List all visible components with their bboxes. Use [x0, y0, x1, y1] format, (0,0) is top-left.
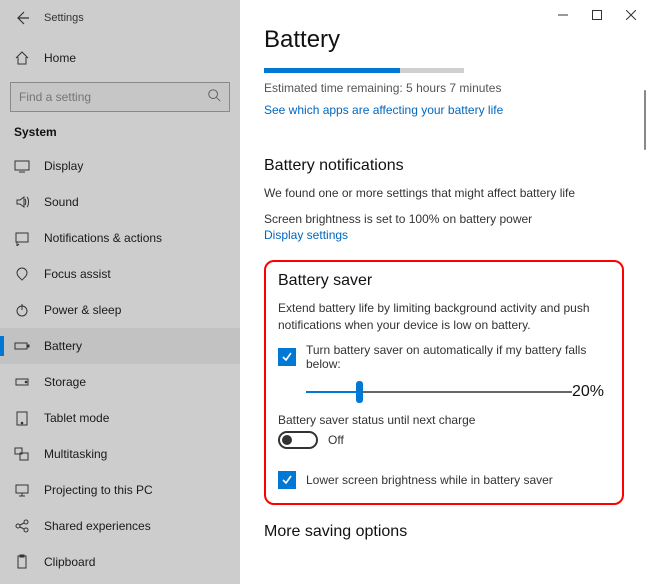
- sidebar-item-projecting[interactable]: Projecting to this PC: [0, 472, 240, 508]
- threshold-value: 20%: [572, 383, 610, 401]
- toggle-knob: [282, 435, 292, 445]
- sidebar-item-battery[interactable]: Battery: [0, 328, 240, 364]
- lower-brightness-row[interactable]: Lower screen brightness while in battery…: [278, 471, 610, 489]
- sidebar-label: Home: [44, 51, 76, 65]
- shared-icon: [14, 518, 30, 534]
- search-input[interactable]: [19, 90, 207, 104]
- display-settings-link[interactable]: Display settings: [264, 228, 348, 242]
- threshold-slider-row: 20%: [306, 383, 610, 401]
- content-area: Battery Estimated time remaining: 5 hour…: [240, 0, 648, 584]
- search-icon: [207, 88, 221, 107]
- page-title: Battery: [264, 26, 624, 54]
- notifications-title: Battery notifications: [264, 157, 624, 175]
- apps-affecting-link[interactable]: See which apps are affecting your batter…: [264, 103, 503, 117]
- notifications-body: We found one or more settings that might…: [264, 185, 624, 202]
- app-name: Settings: [44, 12, 84, 24]
- tablet-icon: [14, 410, 30, 426]
- threshold-slider[interactable]: [306, 391, 572, 393]
- sidebar-item-focus-assist[interactable]: Focus assist: [0, 256, 240, 292]
- more-saving-title: More saving options: [264, 523, 624, 541]
- sidebar-label: Shared experiences: [44, 519, 151, 533]
- sidebar-label: Power & sleep: [44, 303, 121, 317]
- sidebar-label: Multitasking: [44, 447, 107, 461]
- battery-progress-fill: [264, 68, 400, 73]
- clipboard-icon: [14, 554, 30, 570]
- sidebar-item-home[interactable]: Home: [0, 40, 240, 76]
- sidebar-item-notifications[interactable]: Notifications & actions: [0, 220, 240, 256]
- sidebar-label: Storage: [44, 375, 86, 389]
- saver-status-label: Battery saver status until next charge: [278, 413, 610, 427]
- power-icon: [14, 302, 30, 318]
- brightness-note: Screen brightness is set to 100% on batt…: [264, 212, 624, 226]
- sidebar-item-shared-experiences[interactable]: Shared experiences: [0, 508, 240, 544]
- storage-icon: [14, 374, 30, 390]
- battery-icon: [14, 338, 30, 354]
- lower-brightness-checkbox[interactable]: [278, 471, 296, 489]
- sidebar-item-storage[interactable]: Storage: [0, 364, 240, 400]
- sidebar-label: Focus assist: [44, 267, 111, 281]
- notifications-icon: [14, 230, 30, 246]
- sidebar-label: Notifications & actions: [44, 231, 162, 245]
- sidebar-item-sound[interactable]: Sound: [0, 184, 240, 220]
- sidebar-item-tablet-mode[interactable]: Tablet mode: [0, 400, 240, 436]
- battery-saver-section: Battery saver Extend battery life by lim…: [264, 260, 624, 506]
- sidebar-item-clipboard[interactable]: Clipboard: [0, 544, 240, 580]
- sidebar-item-power-sleep[interactable]: Power & sleep: [0, 292, 240, 328]
- saver-status-row: Battery saver status until next charge O…: [278, 413, 610, 449]
- sidebar-label: Battery: [44, 339, 82, 353]
- sidebar-label: Clipboard: [44, 555, 95, 569]
- slider-fill: [306, 391, 359, 393]
- sidebar-item-display[interactable]: Display: [0, 148, 240, 184]
- saver-status-state: Off: [328, 433, 344, 447]
- estimated-time: Estimated time remaining: 5 hours 7 minu…: [264, 81, 624, 95]
- multitasking-icon: [14, 446, 30, 462]
- sidebar-label: Sound: [44, 195, 79, 209]
- settings-sidebar: Settings Home System Display Sound Notif…: [0, 0, 240, 584]
- battery-saver-desc: Extend battery life by limiting backgrou…: [278, 300, 610, 334]
- display-icon: [14, 158, 30, 174]
- back-button[interactable]: Settings: [0, 0, 240, 36]
- search-box[interactable]: [10, 82, 230, 112]
- sidebar-label: Projecting to this PC: [44, 483, 153, 497]
- sidebar-label: Display: [44, 159, 83, 173]
- battery-progress: [264, 68, 464, 73]
- lower-brightness-label: Lower screen brightness while in battery…: [306, 473, 553, 487]
- auto-saver-checkbox[interactable]: [278, 348, 296, 366]
- auto-saver-label: Turn battery saver on automatically if m…: [306, 343, 610, 371]
- focus-assist-icon: [14, 266, 30, 282]
- battery-saver-title: Battery saver: [278, 272, 610, 290]
- slider-thumb[interactable]: [356, 381, 363, 403]
- projecting-icon: [14, 482, 30, 498]
- home-icon: [14, 50, 30, 66]
- sound-icon: [14, 194, 30, 210]
- sidebar-label: Tablet mode: [44, 411, 109, 425]
- sidebar-item-multitasking[interactable]: Multitasking: [0, 436, 240, 472]
- saver-status-toggle[interactable]: [278, 431, 318, 449]
- sidebar-group-system: System: [0, 116, 240, 148]
- back-arrow-icon: [14, 10, 30, 26]
- auto-saver-row[interactable]: Turn battery saver on automatically if m…: [278, 343, 610, 371]
